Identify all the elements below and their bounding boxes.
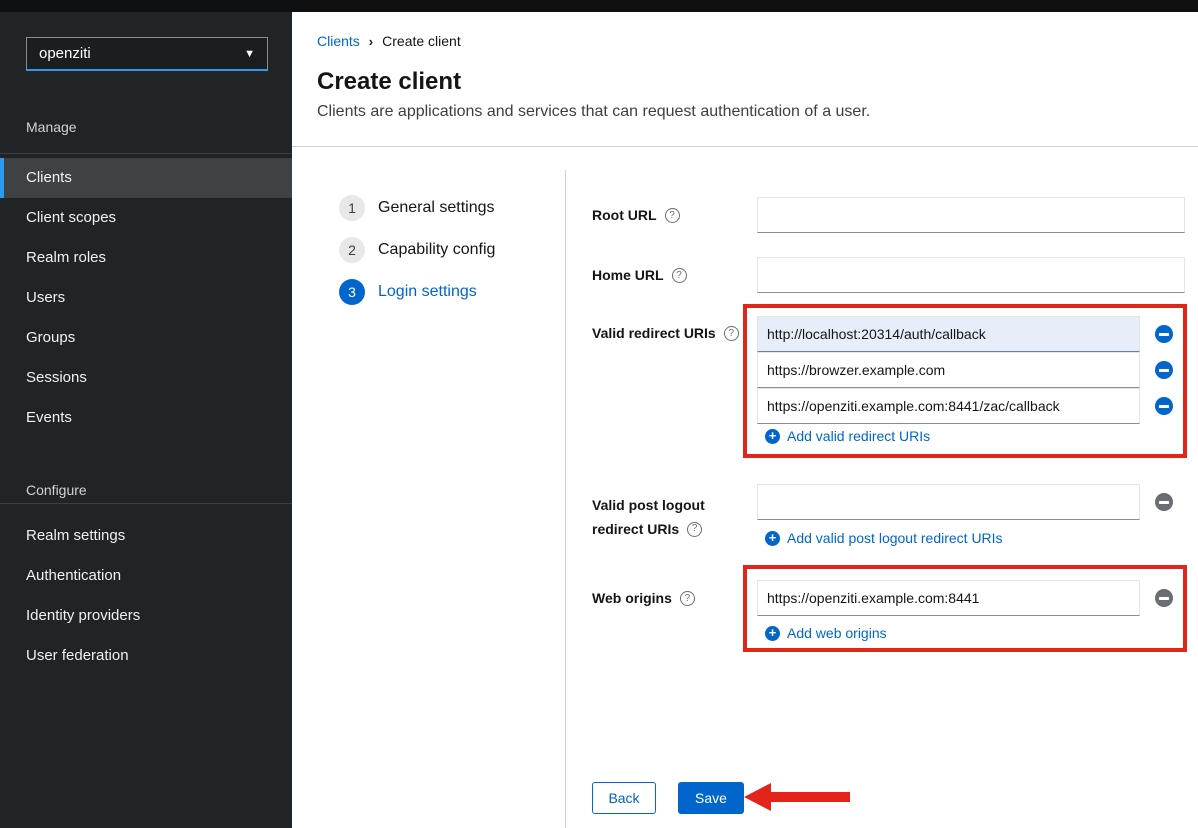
redirect-uri-input-2[interactable] bbox=[757, 352, 1140, 388]
breadcrumb: Clients › Create client bbox=[317, 33, 461, 49]
masthead bbox=[0, 0, 1198, 12]
sidebar-item-groups[interactable]: Groups bbox=[0, 318, 292, 358]
valid-redirect-uris-label: Valid redirect URIs ? bbox=[592, 325, 739, 341]
add-web-origins-link[interactable]: + Add web origins bbox=[765, 625, 887, 641]
home-url-label: Home URL ? bbox=[592, 267, 687, 283]
web-origins-input[interactable] bbox=[757, 580, 1140, 616]
page-title: Create client bbox=[317, 68, 461, 96]
help-icon[interactable]: ? bbox=[672, 268, 687, 283]
wizard-nav-divider bbox=[565, 170, 566, 828]
post-logout-uri-input[interactable] bbox=[757, 484, 1140, 520]
web-origins-label: Web origins ? bbox=[592, 590, 695, 606]
plus-icon: + bbox=[765, 531, 780, 546]
caret-down-icon: ▼ bbox=[244, 48, 255, 60]
sidebar-item-client-scopes[interactable]: Client scopes bbox=[0, 198, 292, 238]
help-icon[interactable]: ? bbox=[680, 591, 695, 606]
annotation-arrow bbox=[744, 783, 771, 811]
sidebar-item-clients[interactable]: Clients bbox=[0, 158, 292, 198]
realm-selector-value: openziti bbox=[39, 45, 91, 62]
wizard-step-label: Login settings bbox=[378, 283, 477, 301]
plus-icon: + bbox=[765, 626, 780, 641]
redirect-uri-input-3[interactable] bbox=[757, 388, 1140, 424]
wizard-step-label: Capability config bbox=[378, 241, 495, 259]
remove-redirect-uri-2-minus-icon[interactable] bbox=[1155, 361, 1173, 379]
remove-redirect-uri-1-minus-icon[interactable] bbox=[1155, 325, 1173, 343]
wizard-step-capability-config[interactable]: 2 Capability config bbox=[339, 237, 495, 263]
page-subtitle: Clients are applications and services th… bbox=[317, 103, 870, 121]
add-post-logout-uris-link[interactable]: + Add valid post logout redirect URIs bbox=[765, 530, 1003, 546]
remove-post-logout-uri-minus-icon bbox=[1155, 493, 1173, 511]
breadcrumb-link-clients[interactable]: Clients bbox=[317, 33, 360, 49]
root-url-input[interactable] bbox=[757, 197, 1185, 233]
step-number-badge: 3 bbox=[339, 279, 365, 305]
wizard-step-label: General settings bbox=[378, 199, 495, 217]
wizard-step-general-settings[interactable]: 1 General settings bbox=[339, 195, 495, 221]
nav-divider bbox=[0, 503, 292, 504]
help-icon[interactable]: ? bbox=[687, 522, 702, 537]
add-valid-redirect-uris-link[interactable]: + Add valid redirect URIs bbox=[765, 428, 930, 444]
home-url-input[interactable] bbox=[757, 257, 1185, 293]
remove-web-origin-minus-icon bbox=[1155, 589, 1173, 607]
sidebar: openziti ▼ Manage Clients Client scopes … bbox=[0, 12, 292, 828]
sidebar-item-identity-providers[interactable]: Identity providers bbox=[0, 596, 292, 636]
nav-section-title-manage: Manage bbox=[26, 119, 77, 135]
step-number-badge: 2 bbox=[339, 237, 365, 263]
sidebar-item-users[interactable]: Users bbox=[0, 278, 292, 318]
annotation-arrow-tail bbox=[770, 792, 850, 802]
redirect-uri-input-1[interactable] bbox=[757, 316, 1140, 352]
plus-icon: + bbox=[765, 429, 780, 444]
nav-section-title-configure: Configure bbox=[26, 482, 87, 498]
remove-redirect-uri-3-minus-icon[interactable] bbox=[1155, 397, 1173, 415]
valid-post-logout-label: Valid post logout redirect URIs ? bbox=[592, 493, 752, 541]
sidebar-item-realm-settings[interactable]: Realm settings bbox=[0, 516, 292, 556]
root-url-label: Root URL ? bbox=[592, 207, 680, 223]
breadcrumb-separator-icon: › bbox=[369, 34, 373, 49]
realm-selector-dropdown[interactable]: openziti ▼ bbox=[26, 37, 268, 71]
save-button[interactable]: Save bbox=[678, 782, 744, 814]
help-icon[interactable]: ? bbox=[665, 208, 680, 223]
sidebar-item-events[interactable]: Events bbox=[0, 398, 292, 438]
header-divider bbox=[292, 146, 1198, 147]
breadcrumb-current: Create client bbox=[382, 33, 461, 49]
back-button[interactable]: Back bbox=[592, 782, 656, 814]
sidebar-item-sessions[interactable]: Sessions bbox=[0, 358, 292, 398]
sidebar-item-user-federation[interactable]: User federation bbox=[0, 636, 292, 676]
main-content: Clients › Create client Create client Cl… bbox=[292, 12, 1198, 828]
help-icon[interactable]: ? bbox=[724, 326, 739, 341]
sidebar-item-authentication[interactable]: Authentication bbox=[0, 556, 292, 596]
sidebar-item-realm-roles[interactable]: Realm roles bbox=[0, 238, 292, 278]
nav-divider bbox=[0, 153, 292, 154]
wizard-step-login-settings[interactable]: 3 Login settings bbox=[339, 279, 477, 305]
step-number-badge: 1 bbox=[339, 195, 365, 221]
